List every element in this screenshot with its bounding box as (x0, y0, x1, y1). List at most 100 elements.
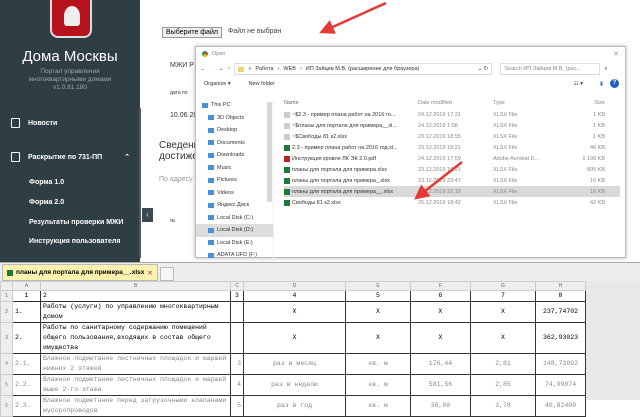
tree-item[interactable]: Desktop (196, 124, 273, 137)
view-options-icon[interactable]: ☷ ▾ (574, 81, 583, 87)
tree-item[interactable]: Documents (196, 137, 273, 150)
search-input[interactable]: Search ИП Зайцев М.В. (рас... (500, 63, 601, 75)
cell[interactable]: 74,09074 (535, 374, 586, 396)
column-size[interactable]: Size (560, 100, 605, 106)
cell[interactable]: 148,73892 (535, 353, 586, 375)
cell[interactable] (230, 301, 244, 323)
cell[interactable]: 4 (243, 290, 346, 302)
file-row[interactable]: планы для портала для примера_.xlsx 23.12… (284, 175, 620, 186)
breadcrumb[interactable]: «Работа › WEB › ИП Зайцев М.В. (расширение д… (234, 63, 493, 75)
tree-item[interactable]: Music (196, 162, 273, 175)
tree-item[interactable]: Pictures (196, 174, 273, 187)
cell[interactable]: 2. (12, 322, 41, 354)
sidebar-subitem-form1[interactable]: Форма 1.0 (29, 179, 64, 186)
cell[interactable]: кв. м (345, 353, 411, 375)
tree-item[interactable]: Local Disk (D:) (196, 224, 273, 237)
file-row[interactable]: ~$планы для портала для примера__xl... 24… (284, 120, 620, 131)
column-header[interactable]: G (470, 281, 536, 291)
tree-item[interactable]: Яндекс.Диск (196, 199, 273, 212)
cell[interactable]: X (470, 322, 536, 354)
cell[interactable]: 2,81 (470, 353, 536, 375)
cell[interactable]: Влажное подметание перед загрузочными кл… (40, 395, 231, 417)
sidebar-item-news[interactable]: Новости (0, 118, 136, 128)
cell[interactable]: 1. (12, 301, 41, 323)
cell[interactable]: 581,56 (410, 374, 471, 396)
close-tab-icon[interactable]: ✕ (147, 269, 152, 277)
cell[interactable]: 176,44 (410, 353, 471, 375)
tree-item[interactable]: Videos (196, 187, 273, 200)
column-header[interactable]: E (345, 281, 411, 291)
file-row[interactable]: Свободы 81 к2.xlsx 25.12.2019 18:42 XLSX F… (284, 197, 620, 208)
tree-item[interactable]: Local Disk (E:) (196, 237, 273, 250)
choose-file-button[interactable]: Выберите файл (162, 27, 222, 38)
cell[interactable]: X (345, 301, 411, 323)
cell[interactable]: 4 (230, 374, 244, 396)
cell[interactable]: раз в неделю (243, 374, 346, 396)
tree-item[interactable]: Downloads (196, 149, 273, 162)
row-number[interactable]: 5 (0, 374, 13, 396)
file-row[interactable]: ~$Свободы 81 к2.xlsx 23.12.2019 18:55 XLSX… (284, 131, 620, 142)
recent-dropdown-icon[interactable]: ⌄ (219, 66, 224, 72)
up-icon[interactable]: ↑ (228, 66, 231, 72)
cell[interactable]: X (243, 322, 346, 354)
tree-item[interactable]: 3D Objects (196, 112, 273, 125)
sidebar-subitem-form2[interactable]: Форма 2.0 (29, 199, 64, 206)
column-header[interactable]: C (230, 281, 244, 291)
file-row[interactable]: планы для портала для примера.xlsx 23.12.… (284, 164, 620, 175)
cell[interactable]: 362,93023 (535, 322, 586, 354)
cell[interactable]: 2 (40, 290, 231, 302)
file-row[interactable]: 2.3 - пример плана работ на 2016 год.xl.… (284, 142, 620, 153)
cell[interactable]: X (470, 301, 536, 323)
cell[interactable]: Влажное подметание лестничных площадок и… (40, 353, 231, 375)
cell[interactable]: 3,78 (470, 395, 536, 417)
cell[interactable]: 1 (12, 290, 41, 302)
cell[interactable]: Влажное подметание лестничных площадок и… (40, 374, 231, 396)
column-header[interactable]: B (40, 281, 231, 291)
back-icon[interactable]: ← (200, 66, 206, 72)
file-row[interactable]: ~$2.3 - пример плана работ на 2016 го...… (284, 109, 620, 120)
tree-item[interactable]: Local Disk (C:) (196, 212, 273, 225)
cell[interactable]: раз в год (243, 395, 346, 417)
cell[interactable]: раз в месяц (243, 353, 346, 375)
cell[interactable]: 7 (470, 290, 536, 302)
breadcrumb-item[interactable]: Работа (255, 66, 273, 72)
cell[interactable]: 2.1. (12, 353, 41, 375)
organize-button[interactable]: Organize ▾ (204, 81, 231, 87)
collapse-sidebar-button[interactable]: ‹ (142, 208, 153, 222)
new-folder-button[interactable]: New folder (249, 81, 275, 87)
tree-item[interactable]: ADATA UFD (F:) (196, 249, 273, 262)
column-header[interactable]: D (243, 281, 346, 291)
forward-icon[interactable]: → (210, 66, 216, 72)
tree-scrollbar[interactable] (267, 102, 272, 202)
column-header[interactable]: A (12, 281, 41, 291)
cell[interactable]: 3 (230, 290, 244, 302)
file-row[interactable]: Инструкция кровля ЛК ЭК 2.0.pdf 24.12.201… (284, 153, 620, 164)
column-type[interactable]: Type (493, 100, 560, 106)
sidebar-subitem-mzhi-results[interactable]: Результаты проверки МЖИ (29, 219, 123, 226)
cell[interactable]: 2,85 (470, 374, 536, 396)
new-tab-button[interactable] (159, 267, 174, 281)
cell[interactable]: Работы по санитарному содержанию помещен… (40, 322, 231, 354)
corner-cell[interactable] (0, 281, 13, 291)
sheet-tab[interactable]: планы для портала для примера__.xlsx ✕ (2, 264, 158, 281)
cell[interactable]: 5 (230, 395, 244, 417)
cell[interactable]: X (345, 322, 411, 354)
close-icon[interactable]: ✕ (613, 50, 619, 58)
cell[interactable]: X (410, 301, 471, 323)
cell[interactable]: X (243, 301, 346, 323)
refresh-icon[interactable]: ⌄ ↻ (478, 66, 489, 72)
cell[interactable]: 8 (535, 290, 586, 302)
preview-pane-icon[interactable]: ▮ (600, 81, 603, 87)
sidebar-subitem-user-guide[interactable]: Инструкция пользователя (29, 238, 120, 245)
cell[interactable]: X (410, 322, 471, 354)
cell[interactable]: 40,82400 (535, 395, 586, 417)
sidebar-item-disclosure[interactable]: Раскрытие по 731-ПП ⌃ (0, 152, 136, 162)
sidebar-scrollbar[interactable] (139, 108, 141, 258)
column-header[interactable]: H (535, 281, 586, 291)
column-header[interactable]: F (410, 281, 471, 291)
help-icon[interactable]: ? (610, 79, 619, 88)
cell[interactable] (230, 322, 244, 354)
tree-item[interactable]: This PC (196, 99, 273, 112)
cell[interactable]: 2.3. (12, 395, 41, 417)
cell[interactable]: 2.2. (12, 374, 41, 396)
